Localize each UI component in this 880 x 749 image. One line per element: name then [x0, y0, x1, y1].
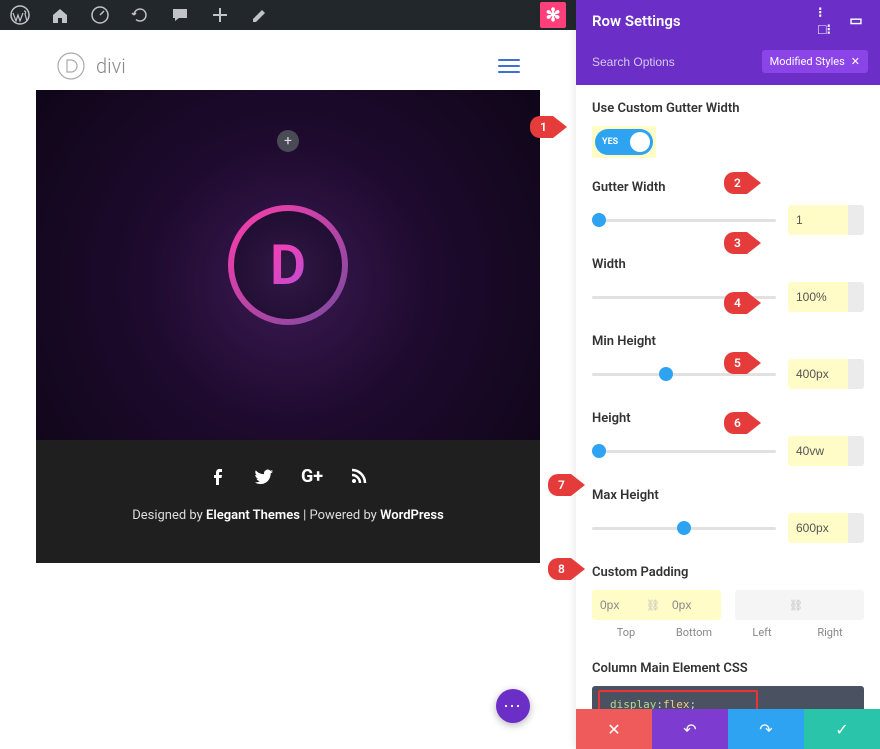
rss-icon[interactable] [349, 466, 369, 494]
panel-footer: ✕ ↶ ↷ ✓ [576, 709, 880, 749]
min-height-label: Min Height [592, 334, 864, 349]
menu-burger-icon[interactable] [498, 59, 520, 73]
max-height-input[interactable] [788, 521, 848, 535]
page-settings-fab[interactable]: ⋯ [496, 689, 530, 723]
google-plus-icon[interactable]: G+ [301, 466, 323, 494]
facebook-icon[interactable] [207, 466, 227, 494]
callout-2: 2 [724, 172, 761, 194]
save-button[interactable]: ✓ [804, 709, 880, 749]
wordpress-admin-bar: ✻ [0, 0, 576, 30]
site-logo[interactable]: divi [56, 51, 126, 81]
twitter-icon[interactable] [253, 466, 275, 494]
footer-link-themes[interactable]: Elegant Themes [206, 508, 300, 523]
pad-bottom-label: Bottom [660, 626, 728, 639]
custom-padding-label: Custom Padding [592, 565, 864, 580]
dashboard-icon[interactable] [90, 5, 110, 25]
preview-pane: ✻ divi + D G+ Designed by Elegant Themes… [0, 0, 576, 749]
min-height-input[interactable] [788, 367, 848, 381]
height-input[interactable] [788, 444, 848, 458]
focus-icon[interactable]: ⁝□⁝ [818, 13, 834, 29]
padding-right-input[interactable] [807, 598, 857, 612]
close-icon[interactable]: ✕ [851, 55, 860, 68]
hero-logo-icon: D [228, 205, 348, 325]
padding-top-bottom-group: ⛓ [592, 590, 721, 620]
max-height-slider[interactable] [592, 527, 776, 530]
gutter-width-input[interactable] [788, 213, 848, 227]
site-footer: G+ Designed by Elegant Themes | Powered … [36, 440, 540, 563]
edit-icon[interactable] [250, 5, 270, 25]
redo-button[interactable]: ↷ [728, 709, 804, 749]
callout-6: 6 [724, 412, 761, 434]
modified-styles-filter[interactable]: Modified Styles✕ [762, 50, 868, 73]
callout-4: 4 [724, 292, 761, 314]
plus-icon[interactable] [210, 5, 230, 25]
row-settings-panel: Row Settings ⁝□⁝ ▭ Modified Styles✕ Use … [576, 0, 880, 749]
max-height-label: Max Height [592, 488, 864, 503]
callout-7: 7 [548, 474, 585, 496]
callout-8: 8 [548, 558, 585, 580]
column-css-editor[interactable]: display:flex; justify-content:center; [592, 686, 864, 709]
padding-left-input[interactable] [735, 598, 785, 612]
width-label: Width [592, 257, 864, 272]
gutter-width-slider[interactable] [592, 219, 776, 222]
wordpress-icon[interactable] [10, 5, 30, 25]
site-header: divi [36, 36, 540, 96]
footer-credits: Designed by Elegant Themes | Powered by … [36, 508, 540, 523]
width-input[interactable] [788, 290, 848, 304]
use-custom-gutter-toggle[interactable]: YES [595, 129, 653, 155]
expand-icon[interactable]: ▭ [848, 13, 864, 29]
add-module-button[interactable]: + [277, 130, 299, 152]
height-slider[interactable] [592, 450, 776, 453]
panel-title: Row Settings [592, 12, 681, 30]
logo-text: divi [96, 54, 126, 78]
callout-5: 5 [724, 352, 761, 374]
cancel-button[interactable]: ✕ [576, 709, 652, 749]
link-icon[interactable]: ⛓ [642, 599, 664, 612]
callout-3: 3 [724, 232, 761, 254]
footer-link-wp[interactable]: WordPress [380, 508, 444, 523]
pad-left-label: Left [728, 626, 796, 639]
callout-1: 1 [530, 116, 567, 138]
use-custom-gutter-label: Use Custom Gutter Width [592, 101, 864, 116]
undo-button[interactable]: ↶ [652, 709, 728, 749]
column-css-label: Column Main Element CSS [592, 661, 864, 676]
pad-top-label: Top [592, 626, 660, 639]
padding-bottom-input[interactable] [664, 598, 714, 612]
refresh-icon[interactable] [130, 5, 150, 25]
padding-left-right-group: ⛓ [735, 590, 864, 620]
comment-icon[interactable] [170, 5, 190, 25]
padding-top-input[interactable] [592, 598, 642, 612]
pad-right-label: Right [796, 626, 864, 639]
search-input[interactable] [592, 55, 762, 69]
unsaved-indicator[interactable]: ✻ [540, 2, 566, 28]
hero-section: + D [36, 90, 540, 440]
home-icon[interactable] [50, 5, 70, 25]
link-icon[interactable]: ⛓ [785, 599, 807, 612]
